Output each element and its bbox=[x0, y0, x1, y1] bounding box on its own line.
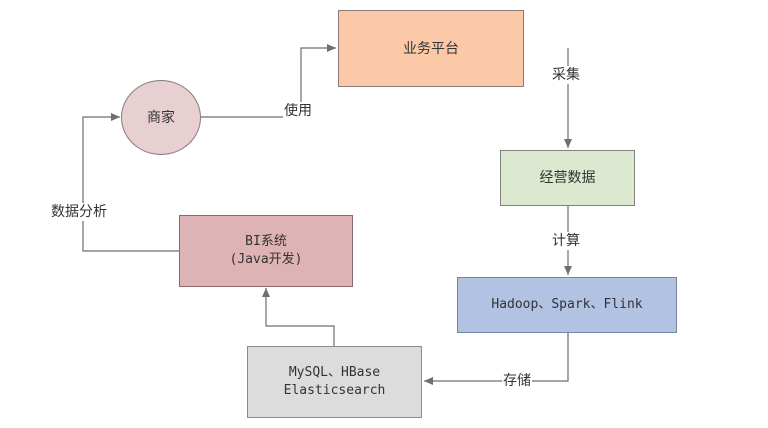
edge-label-compute: 计算 bbox=[551, 232, 581, 250]
bi-system-node: BI系统 (Java开发) bbox=[179, 215, 353, 287]
bigdata-engines-node: Hadoop、Spark、Flink bbox=[457, 277, 677, 333]
merchant-label: 商家 bbox=[147, 109, 175, 126]
bigdata-engines-label: Hadoop、Spark、Flink bbox=[491, 297, 643, 312]
bi-system-line-1: BI系统 bbox=[245, 234, 287, 249]
business-platform-label: 业务平台 bbox=[403, 40, 459, 57]
operating-data-label: 经营数据 bbox=[539, 170, 596, 186]
edge-label-use: 使用 bbox=[283, 102, 313, 120]
edge-label-store: 存储 bbox=[502, 372, 532, 390]
storage-line-2: Elasticsearch bbox=[283, 383, 386, 398]
edge-bigdata-to-storage bbox=[424, 333, 569, 385]
storage-line-1: MySQL、HBase bbox=[288, 365, 381, 380]
storage-node: MySQL、HBase Elasticsearch bbox=[247, 346, 422, 418]
edge-storage-to-bi bbox=[262, 288, 335, 346]
merchant-node: 商家 bbox=[121, 80, 201, 155]
operating-data-node: 经营数据 bbox=[500, 150, 635, 206]
edge-label-analyze: 数据分析 bbox=[50, 203, 108, 221]
edge-merchant-to-platform bbox=[201, 44, 336, 118]
bi-system-line-2: (Java开发) bbox=[229, 252, 303, 267]
business-platform-node: 业务平台 bbox=[338, 10, 524, 87]
edge-label-collect: 采集 bbox=[551, 66, 581, 84]
